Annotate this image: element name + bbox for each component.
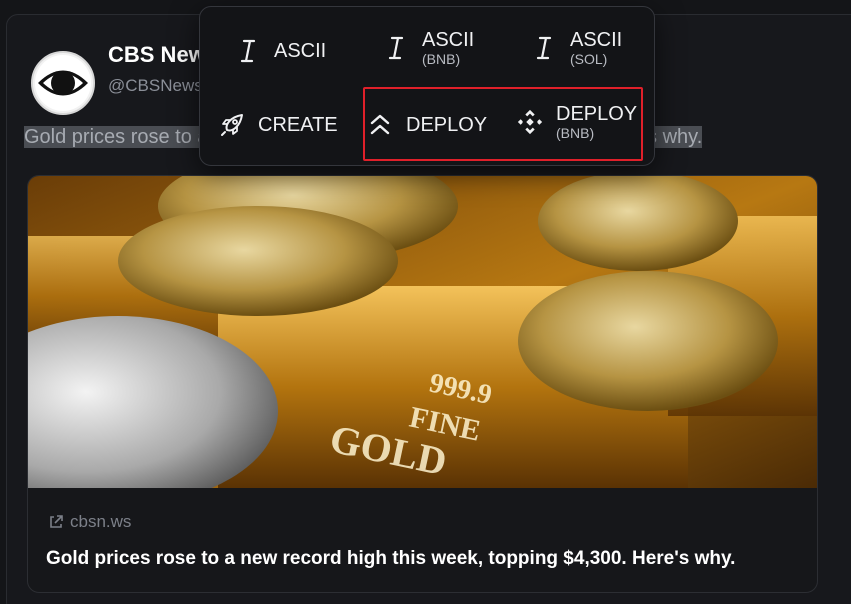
menu-item-ascii[interactable]: ASCII xyxy=(234,37,326,65)
menu-item-ascii-bnb[interactable]: ASCII (BNB) xyxy=(382,29,474,67)
text-cursor-icon xyxy=(234,37,262,65)
rocket-icon xyxy=(218,111,246,139)
preview-domain-text: cbsn.ws xyxy=(70,512,132,531)
menu-item-create[interactable]: CREATE xyxy=(218,111,338,139)
menu-item-deploy-bnb[interactable]: DEPLOY (BNB) xyxy=(516,103,637,141)
action-popup-menu: ASCII ASCII (BNB) ASCII (SOL) CREATE DEP… xyxy=(199,6,655,166)
text-cursor-icon xyxy=(382,34,410,62)
author-handle[interactable]: @CBSNews xyxy=(108,76,203,96)
link-preview-card[interactable]: 999.9 FINE GOLD cbsn.ws Gold prices rose… xyxy=(27,175,818,593)
cbs-eye-logo-icon xyxy=(35,55,91,111)
preview-domain[interactable]: cbsn.ws xyxy=(48,512,131,532)
cbs-avatar[interactable] xyxy=(31,51,95,115)
bnb-logo-icon xyxy=(516,108,544,136)
external-link-icon xyxy=(50,515,63,528)
gold-bars-image: 999.9 FINE GOLD xyxy=(28,176,817,488)
menu-item-deploy[interactable]: DEPLOY xyxy=(366,111,487,139)
double-chevron-up-icon xyxy=(366,111,394,139)
text-cursor-icon xyxy=(530,34,558,62)
preview-title[interactable]: Gold prices rose to a new record high th… xyxy=(46,548,735,570)
menu-item-ascii-sol[interactable]: ASCII (SOL) xyxy=(530,29,622,67)
